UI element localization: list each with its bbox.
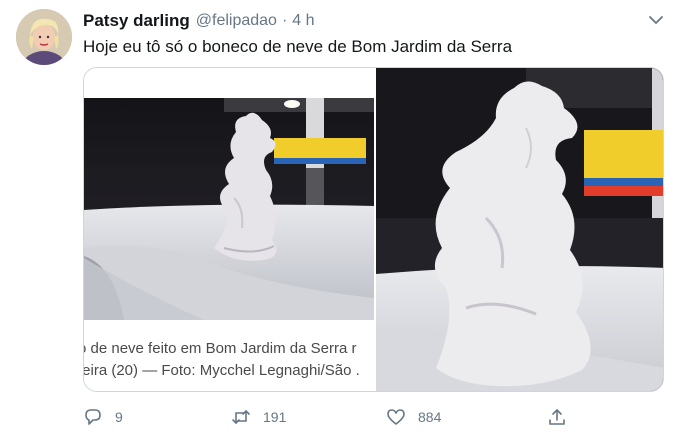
retweet-icon	[232, 410, 250, 424]
reply-icon	[85, 409, 101, 425]
tweet-actions: 9 191 884	[83, 404, 583, 430]
tweet[interactable]: Patsy darling @felipadao · 4 h Hoje eu t…	[0, 0, 680, 437]
chevron-down-icon[interactable]	[646, 10, 666, 30]
caption-line-2: feira (20) — Foto: Mycchel Legnaghi/São …	[84, 362, 360, 379]
tweet-header: Patsy darling @felipadao · 4 h	[83, 10, 315, 32]
snowman-photo-left	[84, 98, 374, 320]
like-button[interactable]: 884	[386, 404, 441, 430]
retweet-count: 191	[263, 409, 287, 425]
separator-dot: ·	[281, 12, 288, 29]
reply-button[interactable]: 9	[83, 404, 123, 430]
share-icon	[549, 409, 565, 425]
like-count: 884	[418, 409, 442, 425]
heart-icon	[387, 409, 405, 425]
author-handle[interactable]: @felipadao	[196, 12, 277, 30]
reply-count: 9	[115, 409, 123, 425]
media-image-left[interactable]: o de neve feito em Bom Jardim da Serra r…	[84, 68, 374, 391]
author-name[interactable]: Patsy darling	[83, 11, 190, 31]
image-caption: o de neve feito em Bom Jardim da Serra r…	[84, 332, 374, 388]
share-button[interactable]	[547, 404, 567, 430]
avatar[interactable]	[16, 9, 72, 65]
snowman-photo-right	[376, 68, 663, 391]
media-grid: o de neve feito em Bom Jardim da Serra r…	[83, 67, 664, 392]
retweet-button[interactable]: 191	[231, 404, 286, 430]
tweet-text: Hoje eu tô só o boneco de neve de Bom Ja…	[83, 37, 513, 56]
caption-line-1: o de neve feito em Bom Jardim da Serra r	[84, 340, 357, 357]
media-image-right[interactable]	[376, 68, 663, 391]
tweet-timestamp[interactable]: 4 h	[292, 12, 314, 30]
